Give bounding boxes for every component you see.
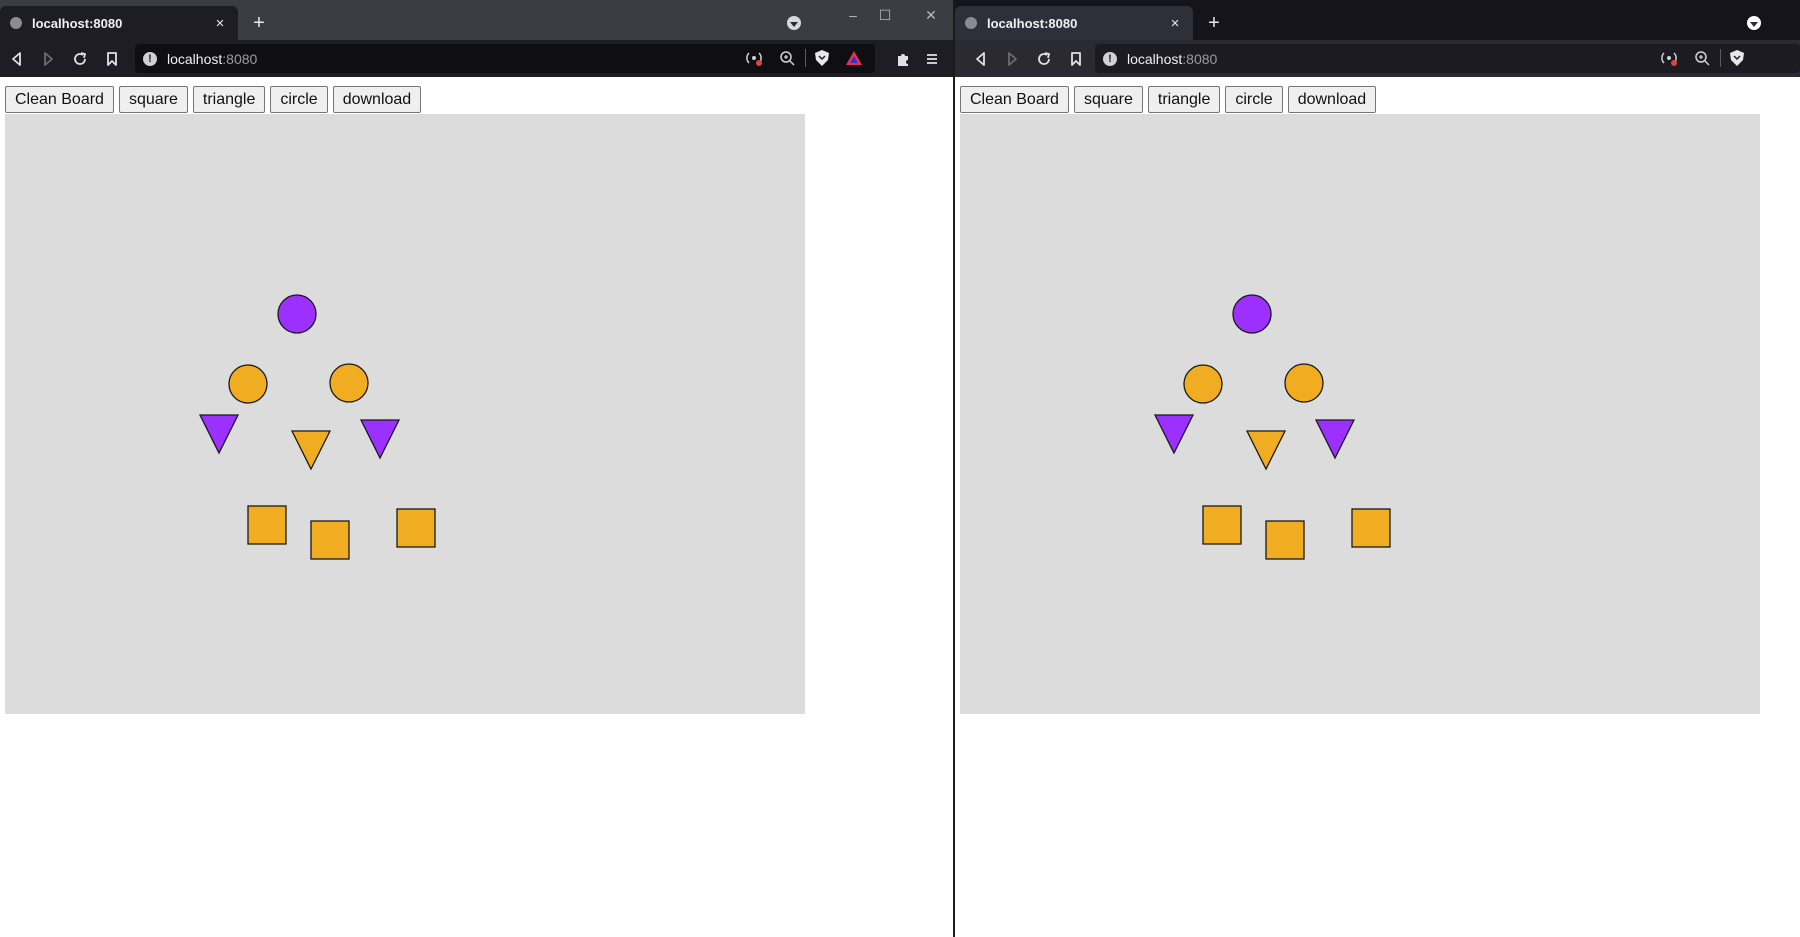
orange-triangle[interactable] bbox=[1245, 430, 1287, 471]
info-icon[interactable]: ! bbox=[143, 51, 157, 66]
puzzle-icon[interactable] bbox=[893, 49, 913, 69]
reload-icon[interactable] bbox=[70, 49, 90, 69]
nav-toolbar: ! localhost:8080 bbox=[955, 40, 1800, 77]
tab-list-menu-icon[interactable] bbox=[1747, 16, 1761, 30]
close-window-button[interactable]: ✕ bbox=[921, 5, 941, 25]
orange-square[interactable] bbox=[247, 505, 287, 545]
globe-icon bbox=[965, 17, 977, 29]
nav-toolbar: ! localhost:8080 bbox=[0, 40, 953, 77]
purple-circle[interactable] bbox=[277, 294, 317, 334]
orange-square[interactable] bbox=[1265, 520, 1305, 560]
back-icon[interactable] bbox=[7, 49, 27, 69]
circle-button[interactable]: circle bbox=[1225, 86, 1283, 113]
orange-square[interactable] bbox=[1351, 508, 1391, 548]
hamburger-icon[interactable] bbox=[922, 49, 942, 69]
purple-triangle[interactable] bbox=[1153, 414, 1195, 455]
url-port: :8080 bbox=[222, 50, 258, 67]
url-host: localhost bbox=[1127, 50, 1183, 67]
bookmark-icon[interactable] bbox=[1066, 49, 1086, 69]
drawing-board[interactable] bbox=[5, 114, 805, 714]
info-icon[interactable]: ! bbox=[1103, 51, 1117, 66]
board-canvas[interactable] bbox=[5, 114, 805, 714]
orange-square[interactable] bbox=[1202, 505, 1242, 545]
orange-circle[interactable] bbox=[228, 364, 268, 404]
url-divider bbox=[1720, 49, 1721, 67]
tab-title: localhost:8080 bbox=[987, 15, 1078, 31]
download-button[interactable]: download bbox=[332, 86, 422, 113]
square-button[interactable]: square bbox=[1073, 86, 1143, 113]
zoom-icon[interactable] bbox=[1693, 49, 1711, 72]
broadcast-icon[interactable] bbox=[745, 49, 763, 72]
minimize-button[interactable]: – bbox=[843, 5, 863, 25]
address-bar[interactable]: ! localhost:8080 bbox=[135, 44, 875, 73]
address-bar[interactable]: ! localhost:8080 bbox=[1095, 44, 1800, 73]
url-divider bbox=[805, 49, 806, 67]
orange-square[interactable] bbox=[396, 508, 436, 548]
reload-icon[interactable] bbox=[1034, 49, 1054, 69]
tab-close-icon[interactable]: × bbox=[212, 15, 228, 32]
purple-triangle[interactable] bbox=[1314, 419, 1356, 460]
circle-button[interactable]: circle bbox=[270, 86, 328, 113]
forward-icon[interactable] bbox=[1002, 49, 1022, 69]
tab-close-icon[interactable]: × bbox=[1167, 15, 1183, 32]
orange-square[interactable] bbox=[310, 520, 350, 560]
orange-circle[interactable] bbox=[1284, 363, 1324, 403]
brave-shield-icon[interactable] bbox=[1728, 49, 1746, 72]
browser-window-left: localhost:8080 × + – ☐ ✕ ! localhost:80… bbox=[0, 0, 953, 937]
bookmark-icon[interactable] bbox=[102, 49, 122, 69]
maximize-button[interactable]: ☐ bbox=[875, 5, 895, 25]
screen: localhost:8080 × + – ☐ ✕ ! localhost:80… bbox=[0, 0, 1800, 937]
brave-shield-icon[interactable] bbox=[813, 49, 831, 72]
download-button[interactable]: download bbox=[1287, 86, 1377, 113]
new-tab-button[interactable]: + bbox=[248, 12, 270, 34]
brave-rewards-icon[interactable] bbox=[845, 49, 863, 72]
purple-circle[interactable] bbox=[1232, 294, 1272, 334]
purple-triangle[interactable] bbox=[359, 419, 401, 460]
new-tab-button[interactable]: + bbox=[1203, 12, 1225, 34]
page-content: Clean Board square triangle circle downl… bbox=[0, 77, 953, 937]
tab-strip: localhost:8080 × + – ☐ ✕ bbox=[0, 0, 953, 40]
purple-triangle[interactable] bbox=[198, 414, 240, 455]
button-row: Clean Board square triangle circle downl… bbox=[960, 86, 1377, 113]
active-tab[interactable]: localhost:8080 × bbox=[955, 6, 1193, 40]
triangle-button[interactable]: triangle bbox=[192, 86, 266, 113]
clean-board-button[interactable]: Clean Board bbox=[5, 86, 114, 113]
page-content: Clean Board square triangle circle downl… bbox=[955, 77, 1800, 937]
clean-board-button[interactable]: Clean Board bbox=[960, 86, 1069, 113]
forward-icon[interactable] bbox=[38, 49, 58, 69]
drawing-board[interactable] bbox=[960, 114, 1760, 714]
back-icon[interactable] bbox=[971, 49, 991, 69]
board-canvas[interactable] bbox=[960, 114, 1760, 714]
square-button[interactable]: square bbox=[118, 86, 188, 113]
orange-circle[interactable] bbox=[329, 363, 369, 403]
tab-title: localhost:8080 bbox=[32, 15, 123, 31]
globe-icon bbox=[10, 17, 22, 29]
tab-list-menu-icon[interactable] bbox=[787, 16, 801, 30]
url-host: localhost bbox=[167, 50, 223, 67]
broadcast-icon[interactable] bbox=[1660, 49, 1678, 72]
browser-window-right: localhost:8080 × + ! localhost:8080 Cle… bbox=[955, 0, 1800, 937]
active-tab[interactable]: localhost:8080 × bbox=[0, 6, 238, 40]
orange-triangle[interactable] bbox=[290, 430, 332, 471]
tab-strip: localhost:8080 × + bbox=[955, 0, 1800, 40]
url-port: :8080 bbox=[1182, 50, 1218, 67]
button-row: Clean Board square triangle circle downl… bbox=[5, 86, 422, 113]
orange-circle[interactable] bbox=[1183, 364, 1223, 404]
zoom-icon[interactable] bbox=[778, 49, 796, 72]
triangle-button[interactable]: triangle bbox=[1147, 86, 1221, 113]
